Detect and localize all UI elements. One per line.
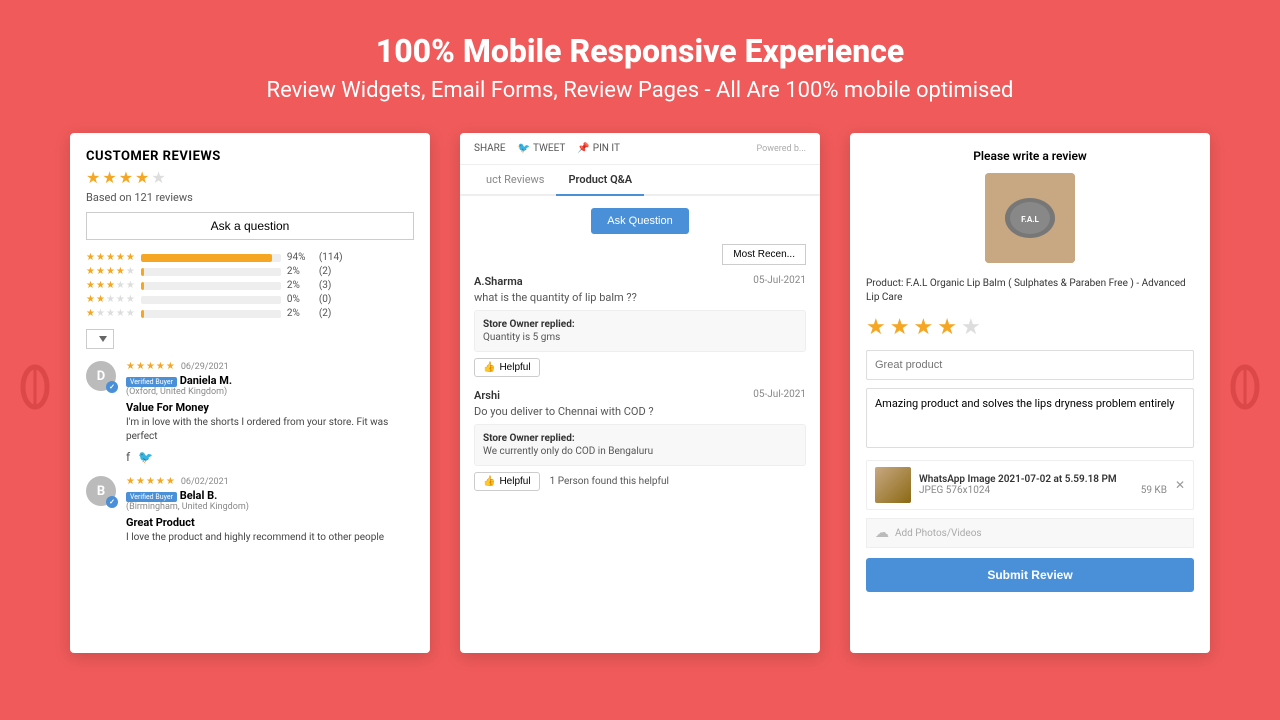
star-3: ★ [119, 168, 133, 187]
pin-button[interactable]: 📌 PIN IT [577, 143, 620, 154]
thumbs-up-icon: 👍 [483, 362, 495, 373]
rate-star-4[interactable]: ★ [937, 315, 957, 340]
ask-question-button[interactable]: Ask a question [86, 212, 414, 240]
rating-stars[interactable]: ★ ★ ★ ★ ★ [866, 315, 1194, 340]
helpful-btn-2[interactable]: 👍 Helpful [474, 472, 540, 491]
rating-bar-3: ★★★★★ 2% (3) [86, 280, 414, 291]
pinterest-icon: 📌 [577, 143, 589, 154]
filter-button[interactable]: Most Recen... [722, 244, 806, 265]
verified-badge-d: ✓ [106, 381, 118, 393]
product-img-svg: F.A.L [985, 173, 1075, 263]
cards-area: CUSTOMER REVIEWS ★ ★ ★ ★ ★ Based on 121 … [0, 123, 1280, 663]
avatar-d: D ✓ [86, 361, 116, 391]
review-item-1: D ✓ ★★★★★ 06/29/2021 Verified Buyer Dani… [86, 361, 414, 464]
helpful-btn-1[interactable]: 👍 Helpful [474, 358, 540, 377]
sort-dropdown-row[interactable] [86, 327, 414, 349]
facebook-icon: f [126, 450, 130, 464]
review-body-textarea[interactable]: Amazing product and solves the lips dryn… [866, 388, 1194, 448]
verified-badge-b: ✓ [106, 496, 118, 508]
review-item-2: B ✓ ★★★★★ 06/02/2021 Verified Buyer Bela… [86, 476, 414, 545]
twitter-bird-icon: 🐦 [518, 143, 530, 154]
ask-question-btn[interactable]: Ask Question [591, 208, 688, 234]
write-review-card: Please write a review F.A.L Product: F.A… [850, 133, 1210, 653]
attachment-item: WhatsApp Image 2021-07-02 at 5.59.18 PM … [866, 460, 1194, 510]
deco-right-icon [1220, 357, 1270, 429]
card1-title: CUSTOMER REVIEWS [86, 149, 414, 164]
average-stars: ★ ★ ★ ★ ★ [86, 168, 414, 187]
tabs-row: uct Reviews Product Q&A [460, 165, 820, 196]
card2-body: Ask Question Most Recen... A.Sharma 05-J… [460, 196, 820, 515]
page-header: 100% Mobile Responsive Experience Review… [0, 0, 1280, 123]
add-photos-button[interactable]: ☁ Add Photos/Videos [866, 518, 1194, 548]
share-button[interactable]: SHARE [474, 143, 506, 154]
product-qa-card: SHARE 🐦 TWEET 📌 PIN IT Powered b... uct … [460, 133, 820, 653]
attachment-close-icon[interactable]: ✕ [1175, 478, 1185, 492]
star-1: ★ [86, 168, 100, 187]
tab-product-qa[interactable]: Product Q&A [556, 165, 644, 196]
mini-stars-5: ★★★★★ [86, 252, 135, 263]
cloud-upload-icon: ☁ [875, 525, 889, 541]
main-title: 100% Mobile Responsive Experience [20, 32, 1260, 70]
card2-top-bar: SHARE 🐦 TWEET 📌 PIN IT Powered b... [460, 133, 820, 165]
review-content-1: ★★★★★ 06/29/2021 Verified Buyer Daniela … [126, 361, 414, 464]
filter-row: Most Recen... [474, 244, 806, 265]
based-on-text: Based on 121 reviews [86, 191, 414, 204]
review-content-2: ★★★★★ 06/02/2021 Verified Buyer Belal B.… [126, 476, 414, 545]
qa-reply-box-2: Store Owner replied: We currently only d… [474, 424, 806, 466]
deco-left-icon [10, 357, 60, 429]
rating-bar-5: ★★★★★ 94% (114) [86, 252, 414, 263]
tweet-button[interactable]: 🐦 TWEET [518, 143, 566, 154]
rating-bar-1: ★★★★★ 2% (2) [86, 308, 414, 319]
powered-by-label: Powered b... [756, 144, 806, 154]
rating-bar-4: ★★★★★ 2% (2) [86, 266, 414, 277]
twitter-icon: 🐦 [138, 450, 153, 464]
svg-text:F.A.L: F.A.L [1021, 215, 1039, 224]
bar-outer-5 [141, 254, 281, 262]
star-5: ★ [151, 168, 165, 187]
product-image: F.A.L [985, 173, 1075, 263]
review-title-input[interactable] [866, 350, 1194, 380]
rate-star-5[interactable]: ★ [961, 315, 981, 340]
qa-item-1: A.Sharma 05-Jul-2021 what is the quantit… [474, 275, 806, 377]
rate-star-3[interactable]: ★ [913, 315, 933, 340]
subtitle: Review Widgets, Email Forms, Review Page… [20, 78, 1260, 103]
product-label: Product: F.A.L Organic Lip Balm ( Sulpha… [866, 277, 1194, 305]
write-review-title: Please write a review [866, 149, 1194, 163]
qa-reply-box-1: Store Owner replied: Quantity is 5 gms [474, 310, 806, 352]
rate-star-2[interactable]: ★ [890, 315, 910, 340]
submit-review-button[interactable]: Submit Review [866, 558, 1194, 592]
rating-bar-2: ★★★★★ 0% (0) [86, 294, 414, 305]
qa-item-2: Arshi 05-Jul-2021 Do you deliver to Chen… [474, 389, 806, 491]
avatar-b: B ✓ [86, 476, 116, 506]
attachment-info: WhatsApp Image 2021-07-02 at 5.59.18 PM … [919, 474, 1167, 496]
customer-reviews-card: CUSTOMER REVIEWS ★ ★ ★ ★ ★ Based on 121 … [70, 133, 430, 653]
attachment-thumbnail [875, 467, 911, 503]
star-4: ★ [135, 168, 149, 187]
product-image-container: F.A.L [866, 173, 1194, 267]
star-2: ★ [102, 168, 116, 187]
thumbs-up-icon-2: 👍 [483, 476, 495, 487]
tab-product-reviews[interactable]: uct Reviews [474, 165, 556, 196]
bar-inner-5 [141, 254, 273, 262]
sort-select[interactable] [86, 329, 114, 349]
rate-star-1[interactable]: ★ [866, 315, 886, 340]
